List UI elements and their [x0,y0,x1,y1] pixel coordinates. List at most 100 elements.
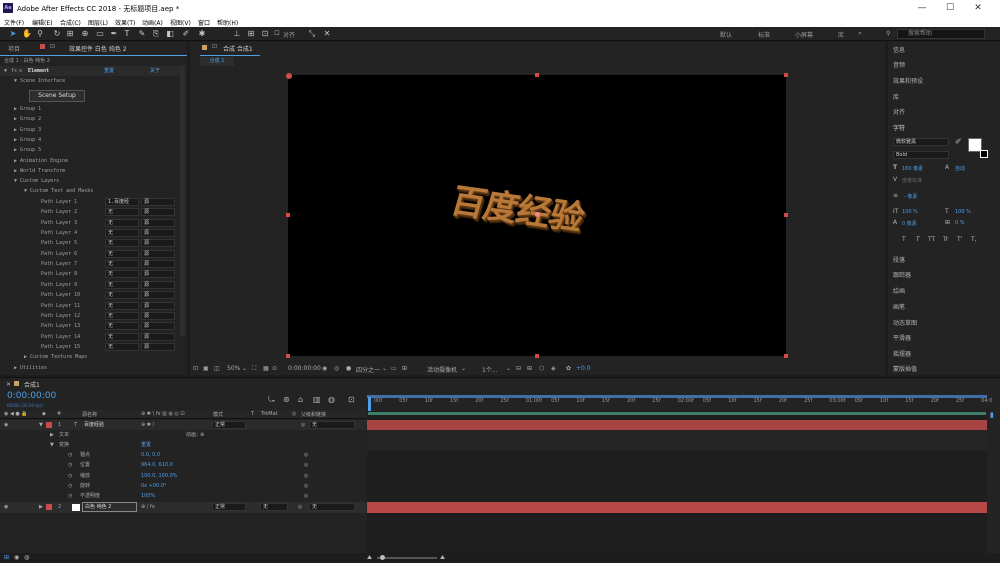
leading-value[interactable]: 自动 [955,165,965,172]
group-row[interactable]: ▶ Group 2 [0,114,180,124]
chevron-down-icon[interactable]: ⌄ [382,365,387,372]
time-ruler[interactable]: 00f 05f 10f 15f 20f 25f 01:00f 05f 10f 15f 20f 25f 0… [367,395,992,409]
hand-tool-icon[interactable]: ✋ [22,29,32,39]
bounding-handle[interactable] [535,354,539,358]
layer-switches[interactable]: ⊕ ✱ / [141,420,154,430]
path-layer-mode-select[interactable]: 源 [141,291,175,300]
stopwatch-icon[interactable]: ◷ [68,460,72,470]
path-layer-source-select[interactable]: 无 [105,291,139,300]
eye-icon[interactable]: ◉ [4,420,8,430]
type-tool-icon[interactable]: T [122,29,132,39]
views-select[interactable]: 1个... [482,365,498,374]
prop-value[interactable]: 100% [141,491,155,501]
tab-composition[interactable]: 合成 合成1 [223,44,253,53]
composition-mini-flowchart-icon[interactable]: ⤿ [268,395,275,405]
menu-layer[interactable]: 图层(L) [88,18,108,27]
path-layer-mode-select[interactable]: 源 [141,260,175,269]
frame-blending-icon[interactable]: ▥ [313,395,321,404]
subscript-button[interactable]: T, [971,236,977,243]
label-color-swatch[interactable] [46,504,52,510]
chevron-down-icon[interactable]: ⌄ [461,365,466,372]
panel-align[interactable]: 对齐 [893,107,905,116]
workspace-small-screen[interactable]: 小屏幕 [795,30,813,39]
menu-help[interactable]: 帮助(H) [217,18,238,27]
layer-name[interactable]: 百度经验 [84,420,104,430]
zoom-slider[interactable] [377,557,437,559]
menu-edit[interactable]: 编辑(E) [32,18,52,27]
local-axis-icon[interactable]: ⊥ [232,29,242,39]
parent-select[interactable]: 无 [309,421,355,429]
exposure-value[interactable]: +0.0 [576,365,591,372]
path-layer-row[interactable]: Path Layer 7 无源 [0,259,180,269]
layer-switches[interactable]: ⊕ / fx [141,502,155,512]
reset-link[interactable]: 重置 [104,66,114,76]
path-layer-mode-select[interactable]: 源 [141,301,175,310]
group-row[interactable]: ▶ Group 5 [0,145,180,155]
path-layer-source-select[interactable]: 无 [105,229,139,238]
maximize-button[interactable]: ☐ [940,2,960,14]
panel-tracker[interactable]: 跟踪器 [893,270,911,279]
panel-info[interactable]: 信息 [893,45,905,54]
layer1-duration-bar[interactable] [367,420,987,430]
col-trkmat[interactable]: TrkMat [261,411,278,417]
stopwatch-icon[interactable]: ◷ [68,491,72,501]
fast-preview-icon[interactable]: ⊞ [402,365,407,372]
stopwatch-icon[interactable]: ◷ [68,450,72,460]
faux-italic-button[interactable]: T [916,236,920,243]
font-family-select[interactable]: 微软雅黑 [893,138,949,146]
group-row[interactable]: ▶ Group 3 [0,125,180,135]
transparency-grid-icon[interactable]: ▦ [263,365,269,372]
flowchart-icon[interactable]: ⊞ [527,365,532,372]
path-layer-source-select[interactable]: 无 [105,301,139,310]
path-layer-row[interactable]: Path Layer 13 无源 [0,321,180,331]
path-layer-source-select[interactable]: 无 [105,322,139,331]
draft-3d-icon[interactable]: ◈ [551,365,556,372]
baseline-value[interactable]: 0 像素 [902,220,917,227]
expand-icon[interactable]: ▼ [4,66,7,76]
eyedropper-icon[interactable]: ✐ [955,137,962,146]
layer-row[interactable]: ◉ ▼ 1 T 百度经验 ⊕ ✱ / 正常 ◎ 无 [0,420,366,430]
path-layer-row[interactable]: Path Layer 11 无源 [0,301,180,311]
parent-pickwhip-icon[interactable]: ◎ [304,491,308,501]
path-layer-source-select[interactable]: 1.百度经 [105,198,139,206]
snap-options-icon[interactable]: ⤡ [307,29,317,39]
section-row[interactable]: ▶ Animation Engine [0,156,180,166]
vertical-scale-value[interactable]: 100 % [902,209,918,215]
blend-mode-select[interactable]: 正常 [212,503,246,511]
tab-project[interactable]: 项目 [8,44,20,53]
path-layer-mode-select[interactable]: 源 [141,270,175,279]
workspace-more-icon[interactable]: » [858,30,862,37]
path-layer-row[interactable]: Path Layer 4 无源 [0,228,180,238]
panel-mask-interpolation[interactable]: 蒙版插值 [893,364,917,373]
close-tab-icon[interactable]: ✕ [6,381,11,388]
path-layer-row[interactable]: Path Layer 12 无源 [0,311,180,321]
zoom-select[interactable]: 50% [227,365,240,372]
path-layer-mode-select[interactable]: 源 [141,208,175,217]
zoom-out-icon[interactable]: ⛰ [367,554,372,562]
path-layer-row[interactable]: Path Layer 6 无源 [0,249,180,259]
zoom-slider-thumb[interactable] [380,555,385,560]
selection-tool-icon[interactable]: ➤ [8,29,18,39]
col-parent[interactable]: 父级和链接 [301,411,326,418]
expand-icon[interactable]: ▼ [50,440,54,450]
anchor-handle[interactable] [286,73,292,79]
text-prop-row[interactable]: ▶ 文本 动画： ⊕ [0,430,366,440]
layer-switches-toggle-icon[interactable]: ⊞ [4,554,9,561]
modes-toggle-icon[interactable]: ◉ [14,554,19,561]
parent-pickwhip-icon[interactable]: ◎ [304,450,308,460]
chevron-down-icon[interactable]: ⌄ [242,365,247,372]
color-channel-icon[interactable]: ● [346,365,351,372]
path-layer-source-select[interactable]: 无 [105,270,139,279]
show-channel-icon[interactable]: ◎ [334,365,339,372]
scrollbar[interactable] [180,66,185,336]
lock-icon[interactable]: ⊡ [212,43,217,50]
parent-select[interactable]: 无 [309,503,355,511]
path-layer-row[interactable]: Path Layer 5 无源 [0,238,180,248]
always-preview-icon[interactable]: ⊡ [193,365,198,372]
graph-editor-icon[interactable]: ⊡ [348,395,355,404]
pen-tool-icon[interactable]: ✒ [109,29,119,39]
path-layer-source-select[interactable]: 无 [105,260,139,269]
eye-icon[interactable]: ◉ [4,502,8,512]
menu-effect[interactable]: 效果(T) [115,18,135,27]
small-caps-button[interactable]: Tr [943,236,948,243]
